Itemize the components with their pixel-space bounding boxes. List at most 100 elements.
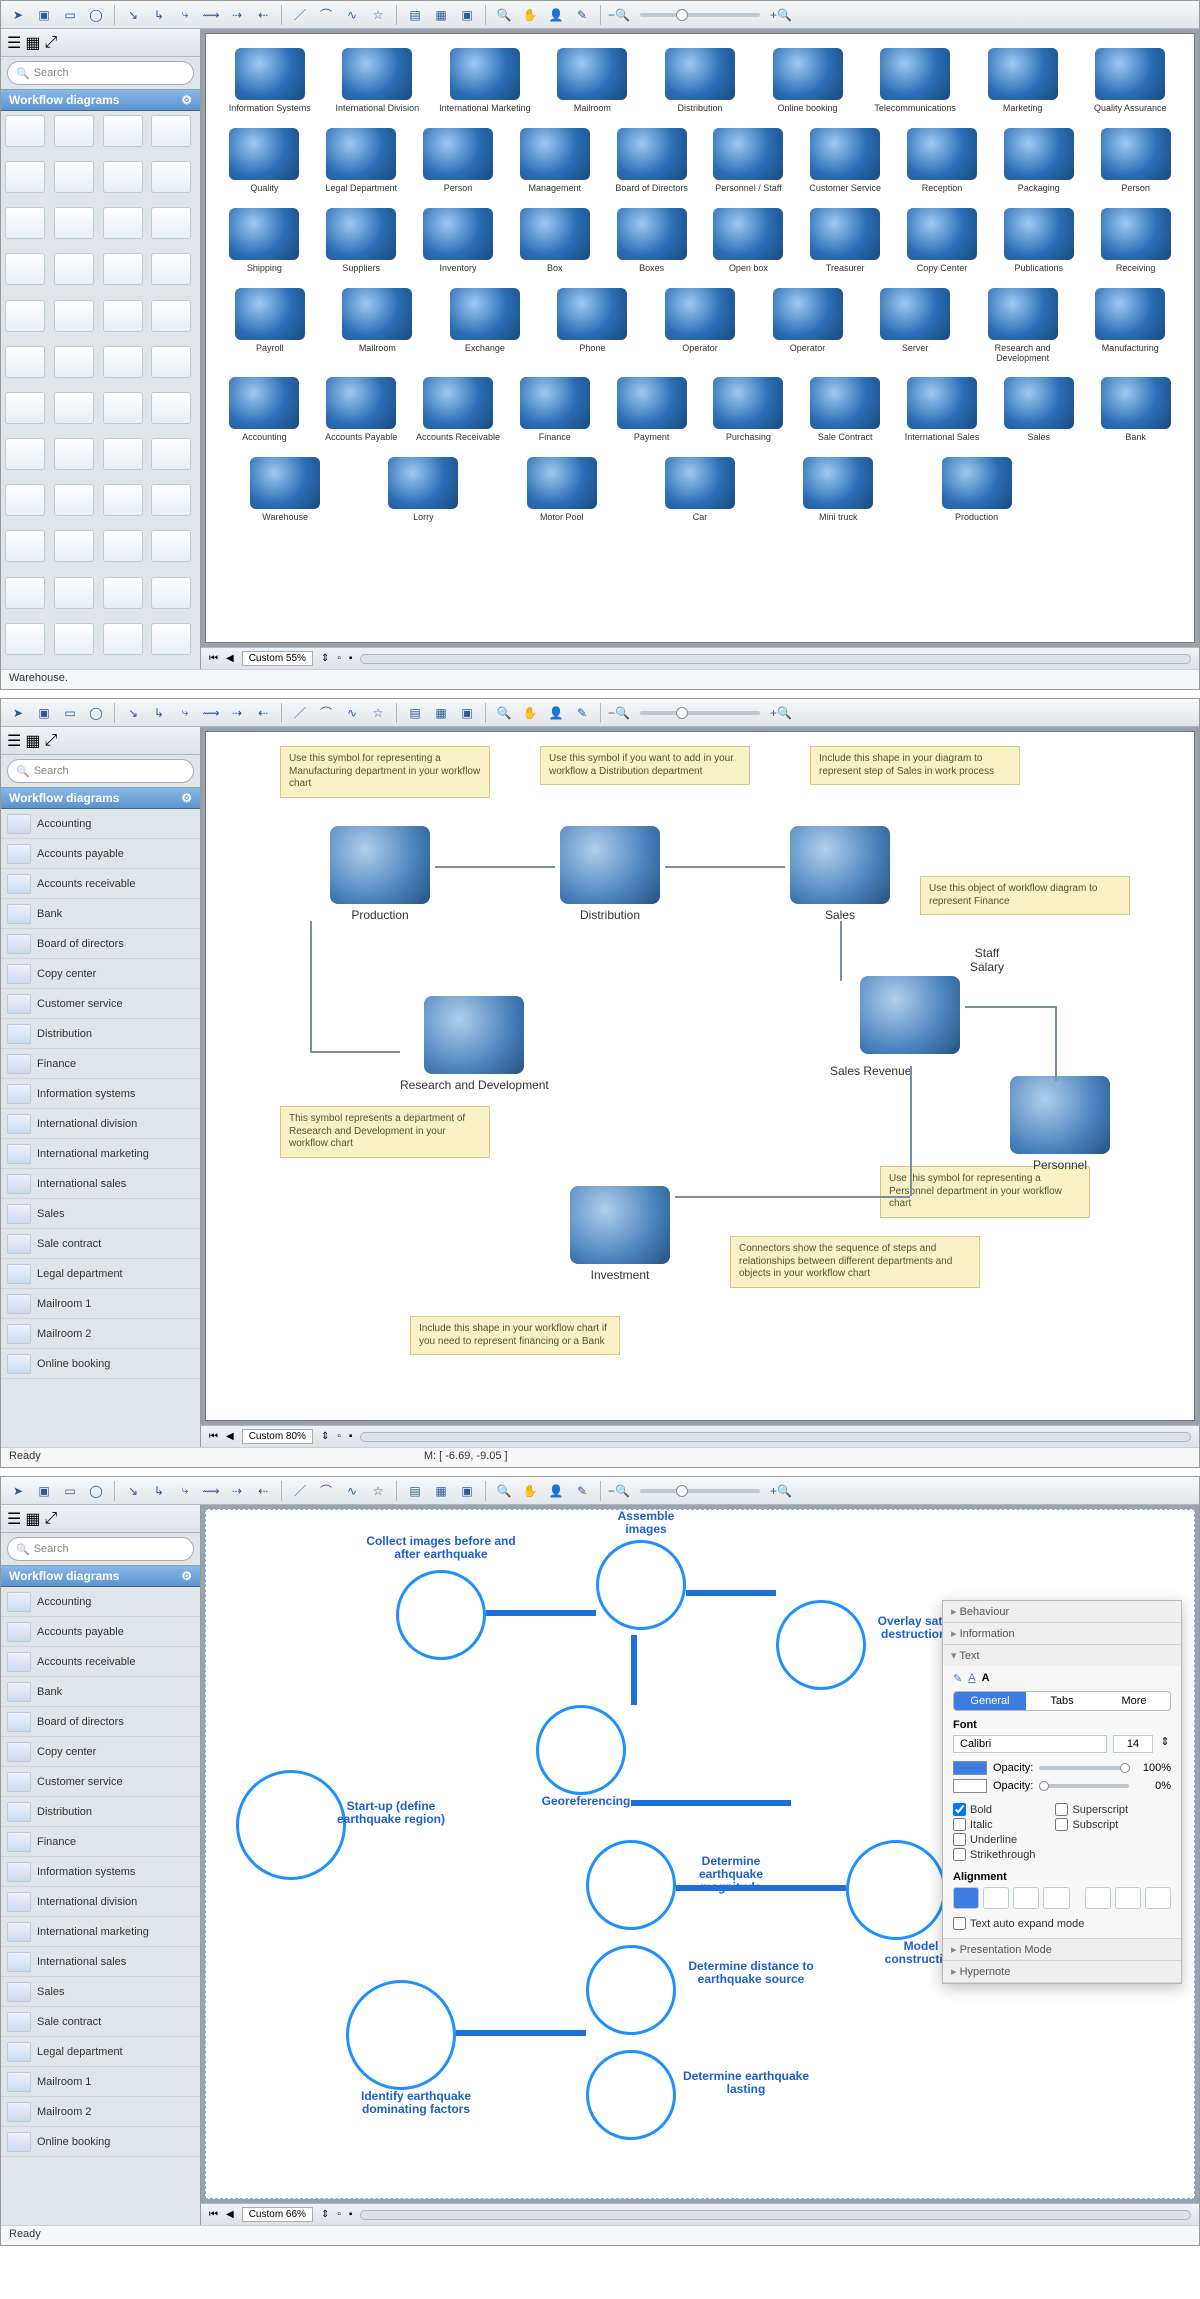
- page-add-icon[interactable]: ▫: [337, 653, 341, 664]
- search-input[interactable]: Search: [7, 1537, 194, 1561]
- library-thumb[interactable]: [103, 484, 143, 516]
- sidebar-item[interactable]: Distribution: [1, 1019, 200, 1049]
- workflow-canvas[interactable]: Use this symbol for representing a Manuf…: [205, 731, 1195, 1421]
- library-thumb[interactable]: [5, 438, 45, 470]
- library-thumb[interactable]: [151, 207, 191, 239]
- sidebar-item[interactable]: Mailroom 1: [1, 1289, 200, 1319]
- connector[interactable]: [965, 1006, 1055, 1008]
- sidebar-item[interactable]: International marketing: [1, 1139, 200, 1169]
- nav-prev-icon[interactable]: ◀: [226, 1431, 234, 1442]
- checkbox-italic[interactable]: Italic: [953, 1818, 1035, 1831]
- library-icon[interactable]: Accounts Receivable: [414, 377, 503, 443]
- group-icon[interactable]: ▣: [456, 1480, 478, 1502]
- library-icon[interactable]: Box: [510, 208, 599, 274]
- library-icon[interactable]: Phone: [543, 288, 643, 364]
- library-thumb[interactable]: [5, 161, 45, 193]
- pencil-icon[interactable]: ✎: [571, 702, 593, 724]
- valign-top-icon[interactable]: [1085, 1887, 1111, 1909]
- sidebar-item[interactable]: Mailroom 2: [1, 2097, 200, 2127]
- library-icon[interactable]: Reception: [898, 128, 987, 194]
- library-thumb[interactable]: [5, 207, 45, 239]
- dist-icon[interactable]: ▦: [430, 702, 452, 724]
- checkbox-auto-expand[interactable]: Text auto expand mode: [953, 1917, 1171, 1930]
- connector[interactable]: [631, 1800, 791, 1806]
- nav-prev-icon[interactable]: ◀: [226, 653, 234, 664]
- sidebar-item[interactable]: Sales: [1, 1199, 200, 1229]
- person-icon[interactable]: 👤: [545, 4, 567, 26]
- library-thumb[interactable]: [54, 161, 94, 193]
- library-thumb[interactable]: [151, 161, 191, 193]
- zoom-display[interactable]: Custom 66%: [242, 2207, 313, 2222]
- library-thumb[interactable]: [103, 392, 143, 424]
- library-icon[interactable]: Boxes: [607, 208, 696, 274]
- library-icon[interactable]: Motor Pool: [497, 457, 627, 523]
- pencil-icon[interactable]: ✎: [571, 4, 593, 26]
- connector[interactable]: [686, 1590, 776, 1596]
- zoom-slider[interactable]: [640, 13, 760, 17]
- view-grid-icon[interactable]: ▦: [25, 731, 40, 751]
- library-thumb[interactable]: [103, 253, 143, 285]
- sidebar-item[interactable]: Copy center: [1, 959, 200, 989]
- library-icon[interactable]: Information Systems: [220, 48, 320, 114]
- library-icon[interactable]: Packaging: [994, 128, 1083, 194]
- sidebar-item[interactable]: Information systems: [1, 1079, 200, 1109]
- zoom-display[interactable]: Custom 80%: [242, 1429, 313, 1444]
- library-thumb[interactable]: [54, 438, 94, 470]
- library-icon[interactable]: Payroll: [220, 288, 320, 364]
- conn6-icon[interactable]: ⇠: [252, 4, 274, 26]
- earthquake-canvas[interactable]: Start-up (define earthquake region) Coll…: [205, 1509, 1195, 2199]
- zoom-display[interactable]: Custom 55%: [242, 651, 313, 666]
- library-thumb[interactable]: [103, 577, 143, 609]
- library-icon[interactable]: Inventory: [414, 208, 503, 274]
- panel2-icon[interactable]: ▭: [59, 4, 81, 26]
- connector[interactable]: [435, 866, 555, 868]
- ellipse-icon[interactable]: ◯: [85, 702, 107, 724]
- stroke-opacity-slider[interactable]: [1039, 1784, 1129, 1788]
- inspector-section-text[interactable]: Text: [943, 1645, 1181, 1666]
- library-icon[interactable]: Telecommunications: [865, 48, 965, 114]
- library-icon[interactable]: Research and Development: [973, 288, 1073, 364]
- h-scrollbar[interactable]: [360, 1432, 1191, 1442]
- conn2-icon[interactable]: ↳: [148, 702, 170, 724]
- sidebar-item[interactable]: Accounts receivable: [1, 1647, 200, 1677]
- node-overlay[interactable]: [776, 1600, 866, 1690]
- view-grid-icon[interactable]: ▦: [25, 1509, 40, 1529]
- library-icon[interactable]: Shipping: [220, 208, 309, 274]
- library-thumb[interactable]: [5, 530, 45, 562]
- library-thumb[interactable]: [151, 623, 191, 655]
- library-thumb[interactable]: [5, 300, 45, 332]
- page-add-icon[interactable]: ▫: [337, 1431, 341, 1442]
- zoom-slider[interactable]: [640, 1489, 760, 1493]
- library-icon[interactable]: International Marketing: [435, 48, 535, 114]
- nav-first-icon[interactable]: ⏮: [209, 1431, 218, 1442]
- underline-style-icon[interactable]: A: [968, 1672, 975, 1685]
- section-gear-icon[interactable]: ⚙: [181, 93, 192, 107]
- node-rd[interactable]: Research and Development: [400, 996, 549, 1092]
- hand-icon[interactable]: ✋: [519, 702, 541, 724]
- panel2-icon[interactable]: ▭: [59, 702, 81, 724]
- page-add-icon[interactable]: ▫: [337, 2209, 341, 2220]
- library-icon[interactable]: Legal Department: [317, 128, 406, 194]
- font-style-icon[interactable]: A: [982, 1672, 990, 1685]
- icon-canvas[interactable]: Information SystemsInternational Divisio…: [205, 33, 1195, 643]
- font-select[interactable]: Calibri: [953, 1735, 1107, 1753]
- library-thumb[interactable]: [103, 300, 143, 332]
- page-del-icon[interactable]: ▪: [349, 1431, 353, 1442]
- conn4-icon[interactable]: ⟿: [200, 4, 222, 26]
- library-thumb[interactable]: [103, 115, 143, 147]
- connector-icon[interactable]: ↘: [122, 702, 144, 724]
- callout-connectors[interactable]: Connectors show the sequence of steps an…: [730, 1236, 980, 1288]
- library-icon[interactable]: Management: [510, 128, 599, 194]
- library-icon[interactable]: Customer Service: [801, 128, 890, 194]
- sidebar-item[interactable]: Finance: [1, 1049, 200, 1079]
- connector[interactable]: [310, 1051, 400, 1053]
- sidebar-item[interactable]: Sales: [1, 1977, 200, 2007]
- hand-icon[interactable]: ✋: [519, 4, 541, 26]
- sidebar-item[interactable]: Mailroom 2: [1, 1319, 200, 1349]
- callout-distribution[interactable]: Use this symbol if you want to add in yo…: [540, 746, 750, 785]
- library-icon[interactable]: Mailroom: [543, 48, 643, 114]
- group-icon[interactable]: ▣: [456, 702, 478, 724]
- ellipse-icon[interactable]: ◯: [85, 4, 107, 26]
- sidebar-item[interactable]: Customer service: [1, 1767, 200, 1797]
- connector[interactable]: [676, 1885, 846, 1891]
